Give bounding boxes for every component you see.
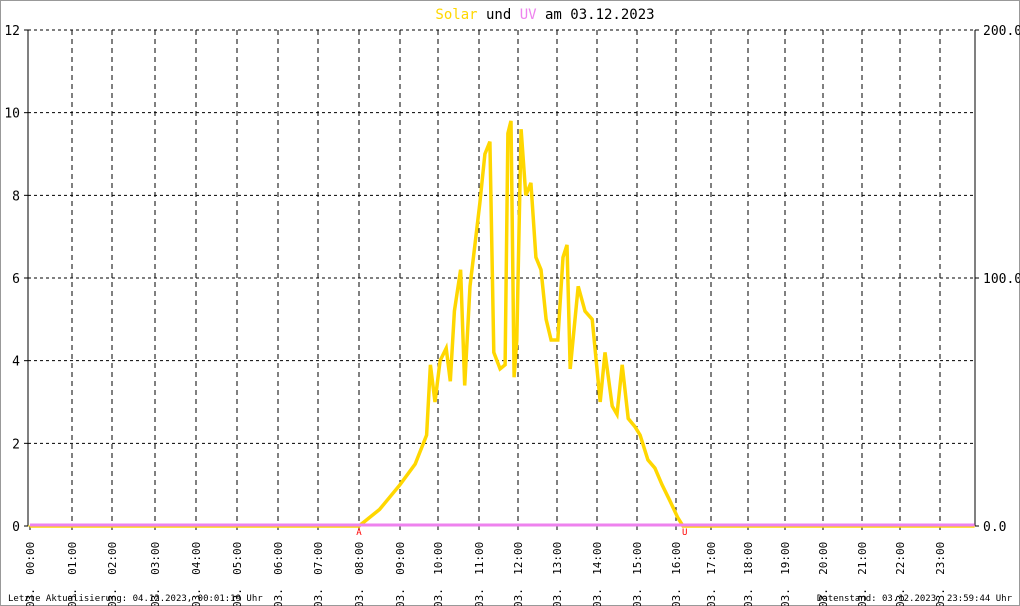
y-tick-label-right: 200.0 <box>983 24 1020 39</box>
title-part-3: am 03.12.2023 <box>537 7 655 23</box>
x-tick-label: 03. 17:00 <box>705 542 718 606</box>
title-part-0: Solar <box>435 7 477 23</box>
x-tick-label: 03. 11:00 <box>473 542 486 606</box>
x-tick-label: 03. 14:00 <box>591 542 604 606</box>
x-tick-label: 03. 13:00 <box>551 542 564 606</box>
y-tick-label-right: 0.0 <box>983 520 1006 535</box>
title-part-1: und <box>478 7 520 23</box>
chart-title: Solar und UV am 03.12.2023 <box>435 7 654 23</box>
y-tick-label-left: 4 <box>12 355 20 370</box>
marker-a: A <box>356 528 362 538</box>
footer-data-status: Datenstand: 03.12.2023, 23:59:44 Uhr <box>817 594 1013 604</box>
x-tick-label: 03. 09:00 <box>394 542 407 606</box>
x-tick-label: 03. 08:00 <box>353 542 366 606</box>
chart-image: Solar und UV am 03.12.2023 0 2 4 6 8 10 12 0.0 1… <box>0 0 1020 606</box>
x-tick-label: 03. 19:00 <box>779 542 792 606</box>
y-tick-label-left: 8 <box>12 189 20 204</box>
y-tick-label-left: 6 <box>12 272 20 287</box>
frame <box>0 0 1020 606</box>
y-tick-label-left: 10 <box>4 107 20 122</box>
x-tick-label: 03. 12:00 <box>512 542 525 606</box>
marker-u: U <box>682 528 687 538</box>
solar-uv-chart: Solar und UV am 03.12.2023 0 2 4 6 8 10 12 0.0 1… <box>0 0 1020 606</box>
y-tick-label-left: 2 <box>12 437 20 452</box>
x-tick-label: 03. 06:00 <box>272 542 285 606</box>
y-tick-label-right: 100.0 <box>983 272 1020 287</box>
x-tick-label: 03. 10:00 <box>432 542 445 606</box>
footer-last-update: Letzte Aktualisierung: 04.12.2023, 00:01… <box>8 594 263 604</box>
y-tick-label-left: 12 <box>4 24 20 39</box>
x-tick-label: 03. 15:00 <box>631 542 644 606</box>
x-tick-label: 03. 07:00 <box>312 542 325 606</box>
y-tick-label-left: 0 <box>12 520 20 535</box>
x-tick-label: 03. 18:00 <box>742 542 755 606</box>
title-part-2: UV <box>520 7 537 23</box>
x-tick-label: 03. 16:00 <box>670 542 683 606</box>
